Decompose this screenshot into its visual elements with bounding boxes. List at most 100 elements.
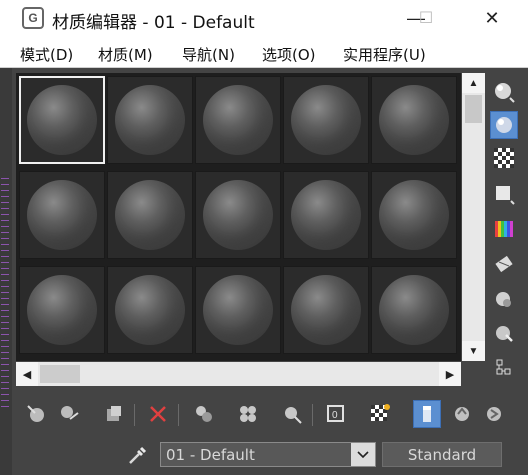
menu-utilities[interactable]: 实用程序(U) bbox=[343, 44, 426, 65]
menu-material[interactable]: 材质(M) bbox=[98, 44, 153, 65]
get-material-icon bbox=[27, 405, 44, 422]
material-options-icon bbox=[496, 292, 511, 307]
put-to-library-button[interactable] bbox=[278, 400, 306, 428]
material-sample-sphere-icon bbox=[115, 275, 185, 345]
show-shaded-material-button[interactable] bbox=[366, 400, 394, 428]
material-sample-sphere-icon bbox=[27, 85, 97, 155]
material-map-navigator-button[interactable] bbox=[490, 354, 518, 382]
scroll-right-arrow[interactable]: ▶ bbox=[439, 362, 461, 386]
eyedropper-icon bbox=[129, 446, 147, 464]
reset-map-button[interactable] bbox=[144, 400, 172, 428]
sample-slot-grid bbox=[16, 73, 461, 361]
make-preview-icon bbox=[495, 255, 513, 273]
horizontal-scroll-thumb[interactable] bbox=[40, 365, 80, 383]
assign-material-to-selection-icon bbox=[107, 406, 121, 421]
material-id-channel-button[interactable]: 0 bbox=[322, 400, 350, 428]
viewport-edge-marks bbox=[1, 178, 9, 408]
material-slot[interactable] bbox=[283, 266, 369, 354]
go-to-parent-icon bbox=[455, 407, 469, 421]
make-unique-button[interactable] bbox=[234, 400, 262, 428]
go-forward-to-sibling-icon bbox=[487, 407, 501, 421]
scroll-down-arrow[interactable]: ▼ bbox=[462, 341, 485, 361]
material-sample-sphere-icon bbox=[291, 180, 361, 250]
material-sample-sphere-icon bbox=[203, 275, 273, 345]
backlight-button[interactable] bbox=[490, 111, 518, 139]
material-slot[interactable] bbox=[19, 76, 105, 164]
material-slot[interactable] bbox=[371, 171, 457, 259]
material-sample-sphere-icon bbox=[203, 180, 273, 250]
vertical-scroll-thumb[interactable] bbox=[465, 95, 482, 123]
sample-uv-tiling-icon bbox=[496, 186, 515, 205]
title-bar: G 材质编辑器 - 01 - Default — ☐ ✕ bbox=[0, 0, 528, 38]
material-sample-sphere-icon bbox=[291, 275, 361, 345]
material-sample-sphere-icon bbox=[27, 275, 97, 345]
material-slot[interactable] bbox=[371, 266, 457, 354]
material-slot[interactable] bbox=[371, 76, 457, 164]
background-checker-icon bbox=[494, 148, 514, 168]
material-slot[interactable] bbox=[19, 266, 105, 354]
background-button[interactable] bbox=[490, 144, 518, 172]
material-sample-sphere-icon bbox=[379, 180, 449, 250]
toolbar-separator bbox=[312, 404, 313, 426]
toolbar-separator bbox=[134, 404, 135, 426]
show-shaded-material-in-viewport-icon bbox=[371, 404, 390, 421]
material-name-combo[interactable]: 01 - Default bbox=[160, 442, 376, 467]
sample-type-button[interactable] bbox=[490, 78, 518, 106]
make-material-copy-icon bbox=[196, 406, 212, 422]
video-color-check-button[interactable] bbox=[490, 215, 518, 243]
material-slot[interactable] bbox=[107, 76, 193, 164]
show-end-result-icon bbox=[423, 406, 431, 422]
select-by-material-button[interactable] bbox=[490, 320, 518, 348]
close-button[interactable]: ✕ bbox=[470, 4, 514, 32]
backlight-icon bbox=[496, 117, 512, 133]
show-end-result-button[interactable] bbox=[413, 400, 441, 428]
material-slot[interactable] bbox=[107, 171, 193, 259]
window-title: 材质编辑器 - 01 - Default bbox=[52, 13, 255, 33]
menu-options[interactable]: 选项(O) bbox=[262, 44, 316, 65]
make-preview-button[interactable] bbox=[490, 250, 518, 278]
vertical-scrollbar[interactable]: ▲ ▼ bbox=[462, 73, 485, 361]
go-to-parent-button[interactable] bbox=[448, 400, 476, 428]
scroll-up-arrow[interactable]: ▲ bbox=[462, 73, 485, 93]
material-sample-sphere-icon bbox=[115, 85, 185, 155]
pick-material-from-object-button[interactable] bbox=[124, 442, 150, 468]
assign-material-to-selection-button[interactable] bbox=[100, 400, 128, 428]
go-forward-to-sibling-button[interactable] bbox=[480, 400, 508, 428]
make-material-copy-button[interactable] bbox=[190, 400, 218, 428]
get-material-button[interactable] bbox=[22, 400, 50, 428]
sample-uv-tiling-button[interactable] bbox=[490, 180, 518, 208]
menu-mode[interactable]: 模式(D) bbox=[20, 44, 73, 65]
menu-navigation[interactable]: 导航(N) bbox=[182, 44, 235, 65]
material-slot[interactable] bbox=[195, 266, 281, 354]
material-slot[interactable] bbox=[283, 171, 369, 259]
material-slot[interactable] bbox=[19, 171, 105, 259]
material-slot[interactable] bbox=[107, 266, 193, 354]
chevron-down-icon bbox=[357, 450, 369, 458]
toolbar-separator bbox=[178, 404, 179, 426]
material-slot[interactable] bbox=[283, 76, 369, 164]
maximize-button[interactable]: ☐ bbox=[404, 4, 448, 32]
put-material-to-scene-icon bbox=[61, 406, 79, 420]
material-sample-sphere-icon bbox=[379, 275, 449, 345]
left-viewport-edge bbox=[0, 68, 12, 475]
app-icon: G bbox=[22, 7, 44, 29]
make-unique-icon bbox=[240, 406, 256, 422]
material-name-dropdown-button[interactable] bbox=[351, 443, 375, 466]
scroll-left-arrow[interactable]: ◀ bbox=[16, 362, 38, 386]
material-map-navigator-icon bbox=[496, 359, 511, 375]
material-slot[interactable] bbox=[195, 171, 281, 259]
material-sample-sphere-icon bbox=[203, 85, 273, 155]
material-name-value: 01 - Default bbox=[166, 446, 255, 464]
material-id-channel-icon: 0 bbox=[327, 405, 344, 422]
material-options-button[interactable] bbox=[490, 286, 518, 314]
material-slot[interactable] bbox=[195, 76, 281, 164]
put-material-to-scene-button[interactable] bbox=[55, 400, 83, 428]
horizontal-scrollbar[interactable]: ◀ ▶ bbox=[16, 362, 461, 386]
sample-type-sphere-icon bbox=[495, 83, 515, 103]
reset-map-icon bbox=[150, 406, 166, 422]
select-by-material-icon bbox=[496, 326, 513, 342]
video-color-check-icon bbox=[495, 221, 513, 237]
material-sample-sphere-icon bbox=[115, 180, 185, 250]
menu-bar: 模式(D) 材质(M) 导航(N) 选项(O) 实用程序(U) bbox=[0, 38, 528, 68]
material-type-button[interactable]: Standard bbox=[382, 442, 502, 467]
